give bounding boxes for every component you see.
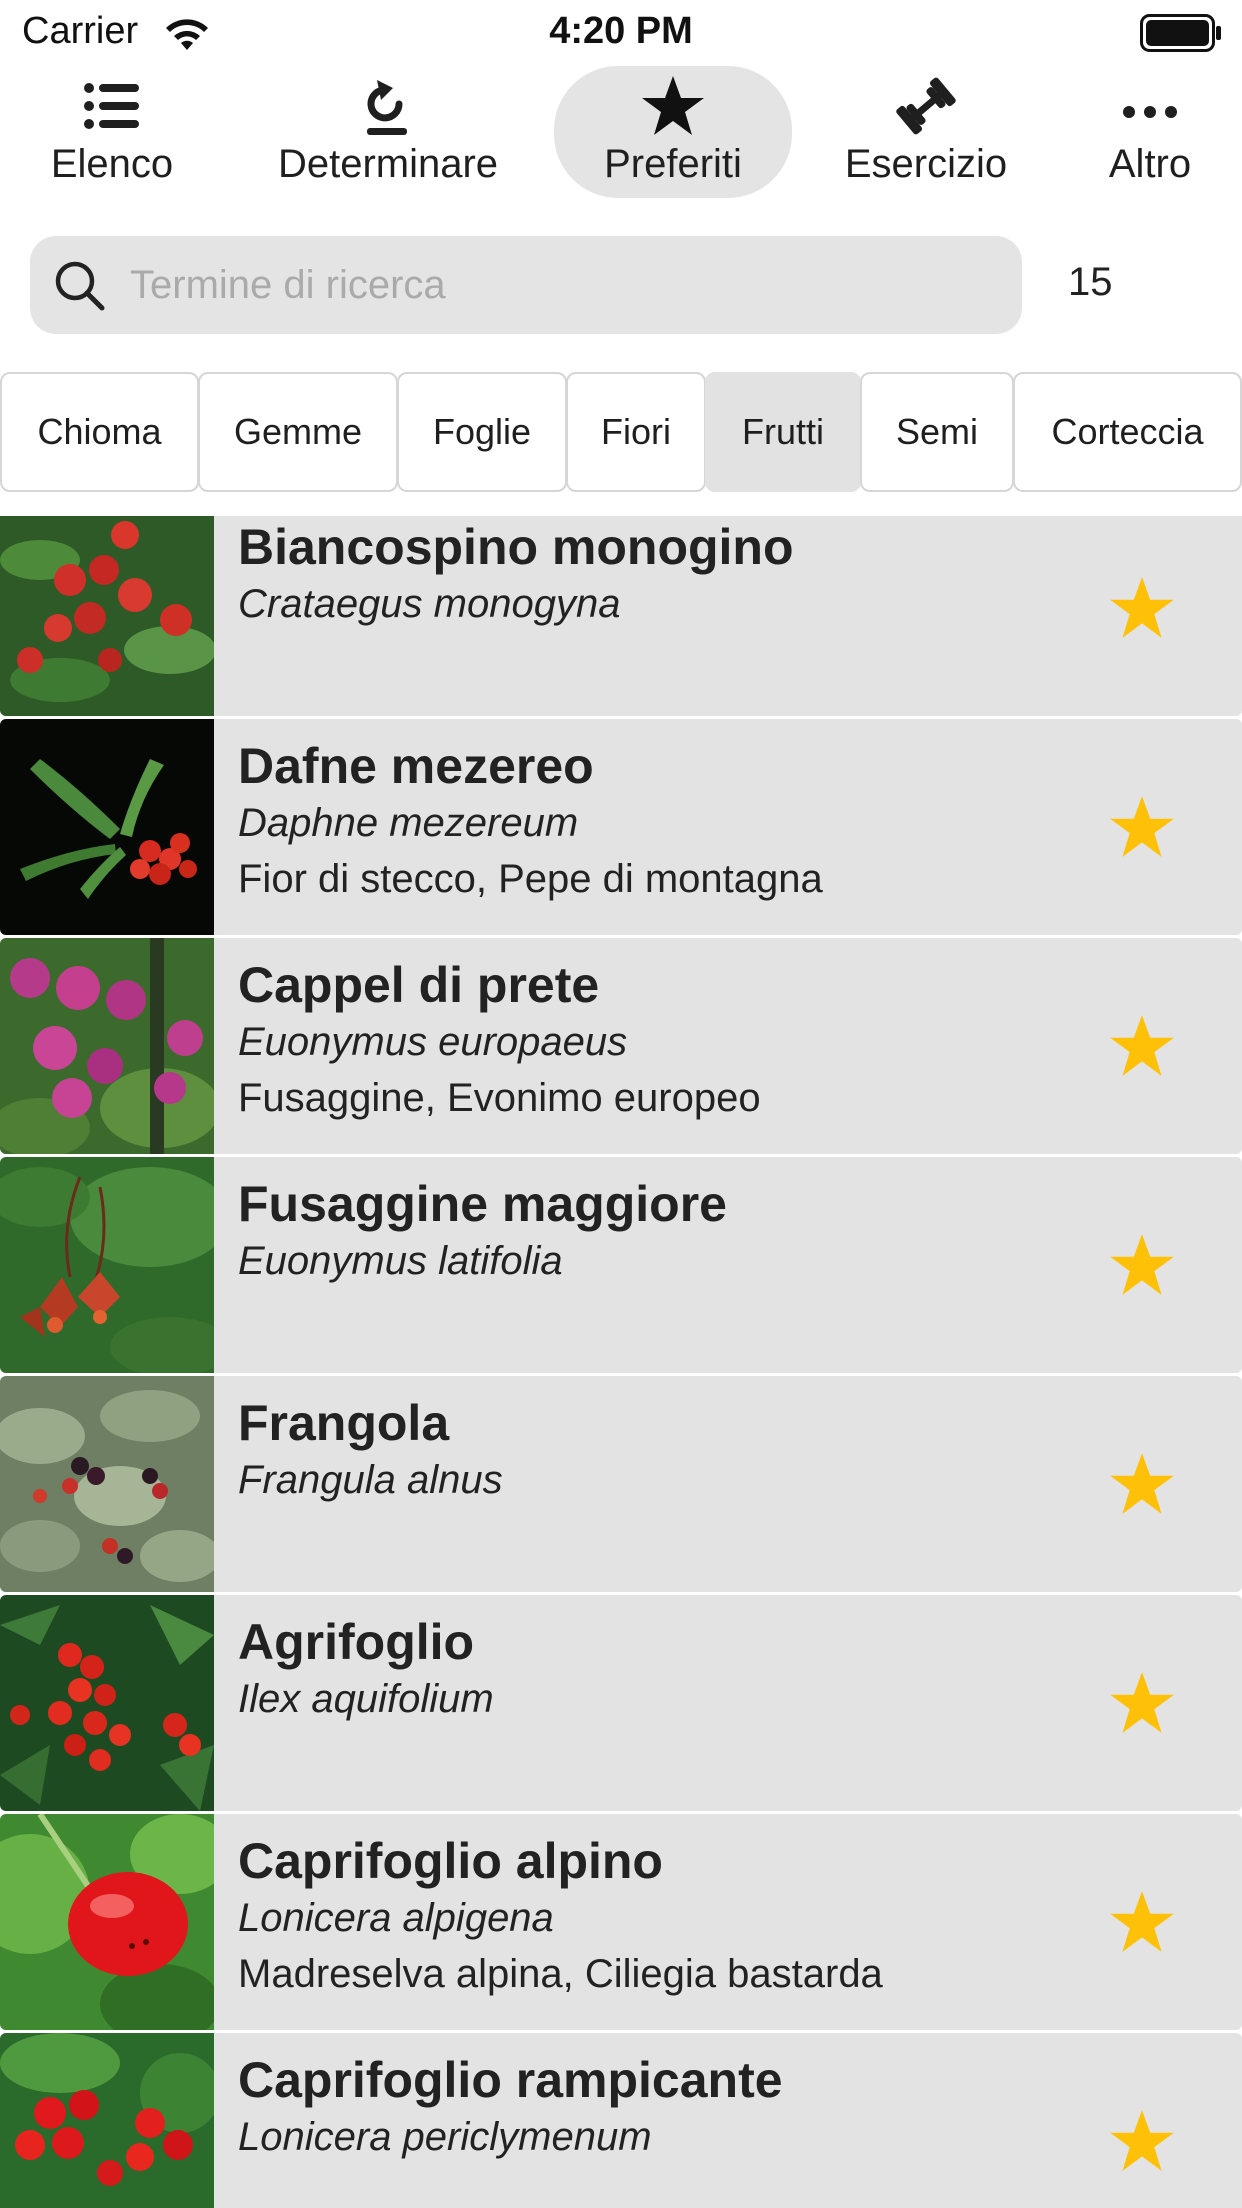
filter-chioma[interactable]: Chioma <box>0 372 199 492</box>
dumbbell-icon <box>896 77 956 135</box>
tab-altro[interactable]: Altro <box>1092 66 1208 198</box>
scientific-name: Crataegus monogyna <box>238 582 621 626</box>
favorite-star-icon[interactable] <box>1106 1229 1178 1301</box>
synonyms: Madreselva alpina, Ciliegia bastarda <box>238 1952 883 1996</box>
identify-arrow-icon <box>367 80 407 135</box>
tab-preferiti-label: Preferiti <box>604 142 742 186</box>
filter-corteccia[interactable]: Corteccia <box>1013 372 1242 492</box>
tab-elenco-label: Elenco <box>50 142 174 186</box>
search-bar[interactable] <box>30 236 1022 334</box>
species-photo <box>0 938 214 1154</box>
list-item[interactable]: Frangola Frangula alnus <box>0 1376 1242 1592</box>
scientific-name: Euonymus europaeus <box>238 1020 628 1064</box>
scientific-name: Euonymus latifolia <box>238 1239 563 1283</box>
favorite-star-icon[interactable] <box>1106 1010 1178 1082</box>
tab-esercizio-label: Esercizio <box>844 142 1008 186</box>
common-name: Cappel di prete <box>238 957 600 1013</box>
common-name: Caprifoglio rampicante <box>238 2052 783 2108</box>
favorite-star-icon[interactable] <box>1106 1667 1178 1739</box>
filter-gemme[interactable]: Gemme <box>198 372 398 492</box>
list-item[interactable]: Caprifoglio rampicante Lonicera periclym… <box>0 2033 1242 2208</box>
favorite-star-icon[interactable] <box>1106 791 1178 863</box>
species-photo <box>0 1376 214 1592</box>
scientific-name: Lonicera alpigena <box>238 1896 554 1940</box>
favorite-star-icon[interactable] <box>1106 1886 1178 1958</box>
common-name: Agrifoglio <box>238 1614 475 1670</box>
common-name: Dafne mezereo <box>238 738 594 794</box>
tab-elenco[interactable]: Elenco <box>18 66 206 198</box>
star-icon <box>642 76 704 135</box>
tab-determinare[interactable]: Determinare <box>262 66 514 198</box>
scientific-name: Ilex aquifolium <box>238 1677 494 1721</box>
favorite-star-icon[interactable] <box>1106 572 1178 644</box>
favorite-star-icon[interactable] <box>1106 2105 1178 2177</box>
list-item[interactable]: Agrifoglio Ilex aquifolium <box>0 1595 1242 1811</box>
search-icon <box>55 261 105 311</box>
tab-preferiti[interactable]: Preferiti <box>554 66 792 198</box>
species-photo <box>0 516 214 716</box>
common-name: Frangola <box>238 1395 450 1451</box>
result-count: 15 <box>1068 260 1113 304</box>
search-input[interactable] <box>130 236 1000 334</box>
list-item[interactable]: Fusaggine maggiore Euonymus latifolia <box>0 1157 1242 1373</box>
status-time: 4:20 PM <box>549 10 693 52</box>
filter-frutti[interactable]: Frutti <box>705 372 861 492</box>
synonyms: Fusaggine, Evonimo europeo <box>238 1076 761 1120</box>
list-item[interactable]: Dafne mezereo Daphne mezereum Fior di st… <box>0 719 1242 935</box>
list-item[interactable]: Biancospino monogino Crataegus monogyna <box>0 516 1242 716</box>
tab-determinare-label: Determinare <box>277 142 499 186</box>
status-bar: Carrier 4:20 PM <box>0 0 1242 66</box>
species-photo <box>0 2033 214 2208</box>
list-item[interactable]: Caprifoglio alpino Lonicera alpigena Mad… <box>0 1814 1242 2030</box>
part-filter: Chioma Gemme Foglie Fiori Frutti Semi Co… <box>0 372 1242 496</box>
species-photo <box>0 1814 214 2030</box>
common-name: Caprifoglio alpino <box>238 1833 663 1889</box>
filter-semi[interactable]: Semi <box>860 372 1014 492</box>
list-icon <box>84 83 139 129</box>
tab-altro-label: Altro <box>1108 142 1192 186</box>
common-name: Fusaggine maggiore <box>238 1176 727 1232</box>
favorite-star-icon[interactable] <box>1106 1448 1178 1520</box>
species-list: Biancospino monogino Crataegus monogyna <box>0 516 1242 2208</box>
filter-foglie[interactable]: Foglie <box>397 372 567 492</box>
tab-esercizio[interactable]: Esercizio <box>826 66 1026 198</box>
scientific-name: Lonicera periclymenum <box>238 2115 652 2159</box>
scientific-name: Daphne mezereum <box>238 801 579 845</box>
species-photo <box>0 1157 214 1373</box>
scientific-name: Frangula alnus <box>238 1458 503 1502</box>
species-photo <box>0 719 214 935</box>
filter-fiori[interactable]: Fiori <box>566 372 706 492</box>
synonyms: Fior di stecco, Pepe di montagna <box>238 857 823 901</box>
top-toolbar: Elenco Determinare Preferiti Esercizio A… <box>0 66 1242 200</box>
species-photo <box>0 1595 214 1811</box>
common-name: Biancospino monogino <box>238 519 794 575</box>
battery-full-icon <box>1140 14 1221 52</box>
more-icon <box>1123 106 1177 118</box>
list-item[interactable]: Cappel di prete Euonymus europaeus Fusag… <box>0 938 1242 1154</box>
